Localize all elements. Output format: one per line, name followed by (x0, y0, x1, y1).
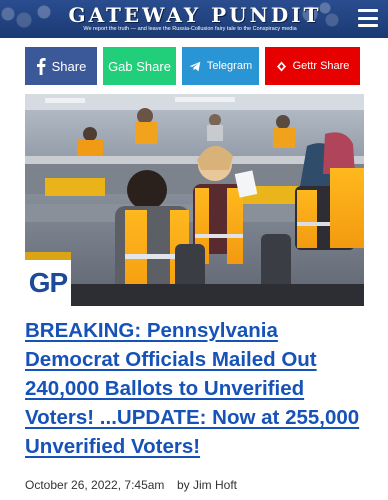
article-headline-link[interactable]: BREAKING: Pennsylvania Democrat Official… (25, 316, 365, 461)
gab-share-button[interactable]: Gab Share (103, 47, 176, 85)
article-date: October 26, 2022, 7:45am (25, 478, 165, 492)
site-logo[interactable]: GATEWAY PUNDIT (60, 3, 330, 27)
gp-logo-badge: GP (25, 260, 71, 306)
gettr-icon (276, 61, 287, 72)
site-header: GATEWAY PUNDIT We report the truth — and… (0, 0, 388, 38)
article-author[interactable]: by Jim Hoft (177, 478, 237, 492)
telegram-share-label: Telegram (206, 60, 253, 72)
gettr-share-label: Gettr Share (292, 60, 350, 72)
gettr-share-button[interactable]: Gettr Share (265, 47, 360, 85)
facebook-icon (36, 57, 46, 75)
facebook-share-button[interactable]: Share (25, 47, 97, 85)
article-featured-image[interactable]: GP (25, 94, 364, 306)
site-tagline: We report the truth — and leave the Russ… (83, 26, 297, 32)
facebook-share-label: Share (51, 58, 87, 74)
hamburger-menu-icon[interactable] (358, 9, 378, 27)
ballot-counting-photo (25, 94, 364, 306)
telegram-icon (189, 61, 201, 72)
gp-logo-text: GP (28, 267, 68, 298)
telegram-share-button[interactable]: Telegram (182, 47, 259, 85)
gab-share-label: Gab Share (108, 58, 171, 74)
